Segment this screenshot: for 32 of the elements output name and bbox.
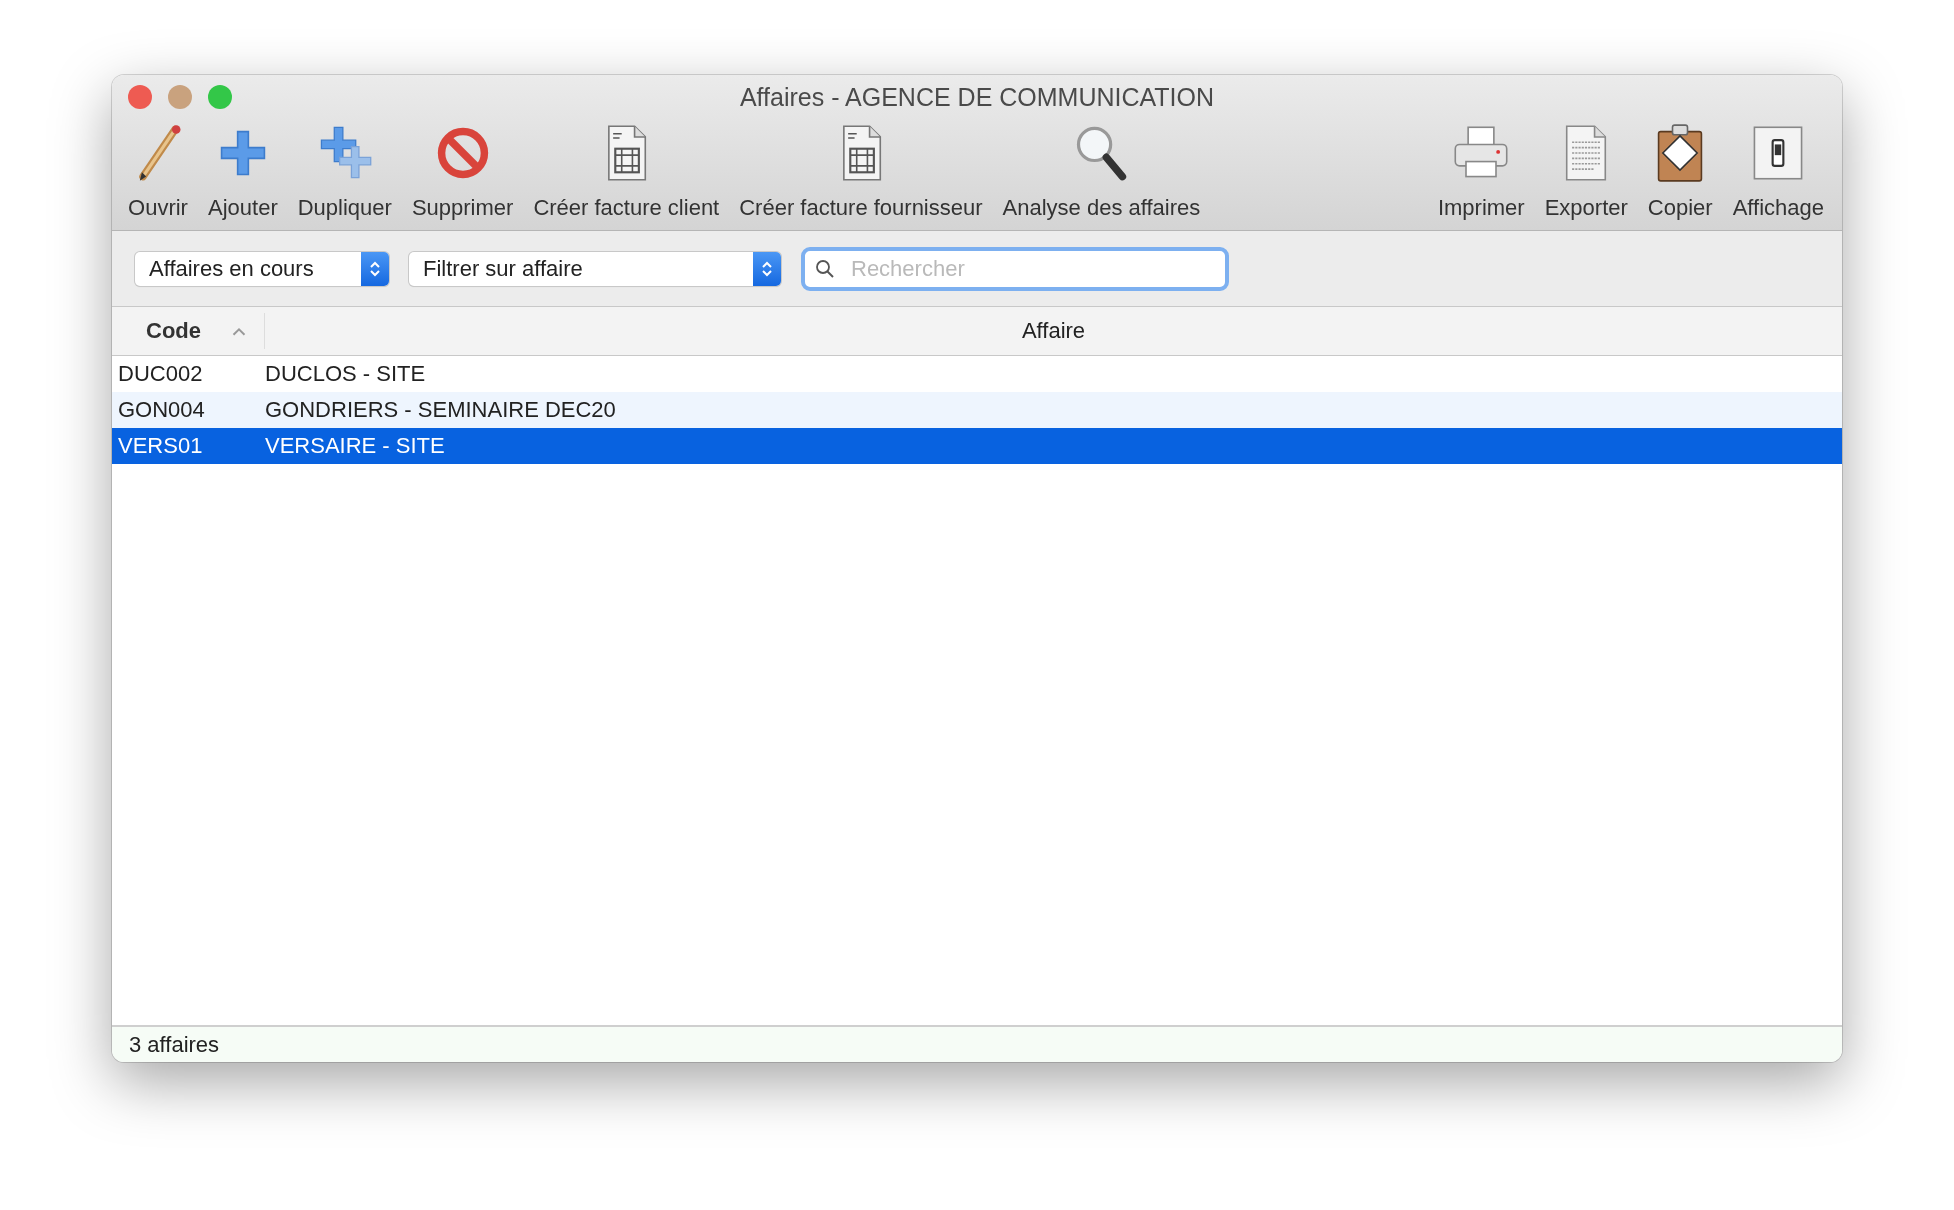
toolbar-button[interactable]: Analyse des affaires: [998, 123, 1205, 221]
toolbar-button[interactable]: Imprimer: [1433, 123, 1529, 221]
search-icon: [815, 258, 835, 279]
affaire-cell: DUCLOS - SITE: [265, 361, 426, 387]
code-cell-text: VERS01: [117, 433, 204, 459]
sort-chevron-icon: [231, 325, 247, 337]
affaire-cell: VERSAIRE - SITE: [265, 433, 445, 459]
column-header[interactable]: Code: [112, 313, 265, 349]
toolbar-button[interactable]: Copier: [1643, 123, 1717, 221]
code-cell-text: DUC002: [117, 361, 204, 387]
affaire-cell: GONDRIERS - SEMINAIRE DEC20: [265, 397, 616, 423]
zoom-button[interactable]: [208, 85, 232, 109]
toolbar-button[interactable]: Dupliquer: [293, 123, 396, 221]
close-button[interactable]: [128, 85, 152, 109]
table-row[interactable]: GON004 GONDRIERS - SEMINAIRE DEC20: [112, 392, 1842, 428]
toolbar-button[interactable]: Exporter: [1540, 123, 1632, 221]
minimize-button[interactable]: [168, 85, 192, 109]
window-title: Affaires - AGENCE DE COMMUNICATION: [739, 82, 1215, 112]
toolbar-button[interactable]: Supprimer: [407, 123, 518, 221]
column-header[interactable]: Affaire: [265, 307, 1842, 355]
table-row[interactable]: DUC002 DUCLOS - SITE: [112, 356, 1842, 392]
search-field[interactable]: Rechercher: [801, 246, 1229, 291]
toolbar-button[interactable]: Ouvrir: [124, 123, 192, 221]
toolbar-button[interactable]: Ajouter: [204, 123, 282, 221]
table-row[interactable]: VERS01 VERSAIRE - SITE: [112, 428, 1842, 464]
status-dropdown[interactable]: Affaires en cours: [135, 251, 389, 286]
affaire-filter-dropdown[interactable]: Filtrer sur affaire: [409, 251, 781, 286]
toolbar-button[interactable]: Affichage: [1728, 123, 1828, 221]
code-cell-text: GON004: [117, 397, 206, 423]
toolbar-button[interactable]: Créer facture client: [529, 123, 724, 221]
status-text: 3 affaires: [129, 1031, 220, 1058]
toolbar-button[interactable]: Créer facture fournisseur: [735, 123, 987, 221]
